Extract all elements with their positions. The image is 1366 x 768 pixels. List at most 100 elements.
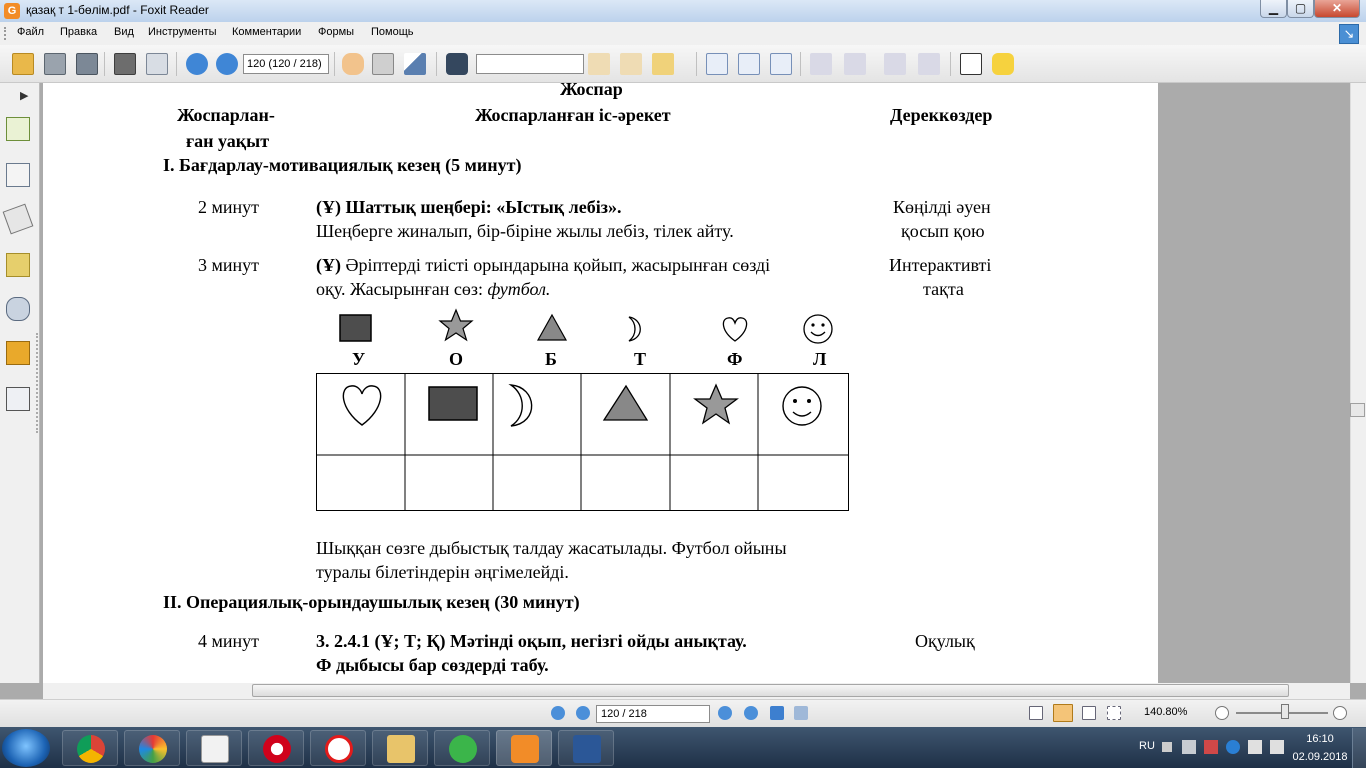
prev-page-status-icon[interactable] [576,706,590,720]
back-icon[interactable] [770,706,784,720]
continuous-facing-view-icon[interactable] [1107,706,1121,720]
menu-help[interactable]: Помощь [371,26,414,38]
tray-flag-icon[interactable] [1204,740,1218,754]
tray-sound-icon[interactable] [1270,740,1284,754]
menu-file[interactable]: Файл [17,26,44,38]
row1-text: Шеңберге жиналып, бір-біріне жылы лебіз,… [316,221,734,241]
hand-icon[interactable] [342,53,364,75]
show-desktop-button[interactable] [1352,728,1366,768]
pdf-create-icon[interactable] [810,53,832,75]
clock-date[interactable]: 02.09.2018 [1290,751,1350,763]
layers-icon[interactable] [2,203,34,235]
find-next-icon[interactable] [620,53,642,75]
zoom-100-icon[interactable] [706,53,728,75]
panel-splitter[interactable] [36,333,38,433]
fit-page-icon[interactable] [738,53,760,75]
start-button[interactable] [2,729,50,767]
note-icon[interactable] [992,53,1014,75]
pdf-convert-icon[interactable] [884,53,906,75]
find-icon[interactable] [446,53,468,75]
navigation-panel: ▶ [0,83,40,683]
taskbar-foxit[interactable] [496,730,552,766]
select-text-icon[interactable] [372,53,394,75]
pages-icon[interactable] [6,163,30,187]
taskbar-paint[interactable] [124,730,180,766]
tray-browser-icon[interactable] [1226,740,1240,754]
language-indicator[interactable]: RU [1139,740,1155,752]
find-input[interactable] [476,54,584,74]
foxit-icon[interactable]: G [4,3,20,19]
row1-title: (Ұ) Шаттық шеңбері: «Ыстық лебіз». [316,197,622,217]
next-page-status-icon[interactable] [718,706,732,720]
clock-time[interactable]: 16:10 [1297,733,1343,745]
legend-letter-1: У [352,349,366,369]
bookmarks-icon[interactable] [6,117,30,141]
print-icon[interactable] [114,53,136,75]
page-number-input[interactable] [243,54,329,74]
grid-smiley-shape [782,386,822,426]
status-page-input[interactable] [596,705,710,723]
pdf-export-icon[interactable] [844,53,866,75]
comments-icon[interactable] [6,253,30,277]
menu-comments[interactable]: Комментарии [232,26,301,38]
signature-icon[interactable] [6,387,30,411]
menu-edit[interactable]: Правка [60,26,97,38]
row2-resource-line2: тақта [923,279,964,299]
taskbar-calculator[interactable] [186,730,242,766]
save-icon[interactable] [44,53,66,75]
continuous-view-icon[interactable] [1053,704,1073,722]
maximize-button[interactable]: ▢ [1287,0,1314,18]
highlight-icon[interactable] [652,53,674,75]
pdf-edit-icon[interactable] [918,53,940,75]
attachments-icon[interactable] [6,297,30,321]
vertical-scroll-thumb[interactable] [1350,403,1365,417]
taskbar-chrome[interactable] [62,730,118,766]
row2-text-line2: оқу. Жасырынған сөз: футбол. [316,279,550,300]
tray-arrow-icon[interactable] [1162,742,1172,752]
typewriter-icon[interactable] [960,53,982,75]
horizontal-scroll-thumb[interactable] [252,684,1289,697]
save-as-icon[interactable] [76,53,98,75]
taskbar-mail-agent[interactable] [434,730,490,766]
opera-icon [263,735,291,763]
single-page-view-icon[interactable] [1029,706,1043,720]
tray-volume-icon[interactable] [1248,740,1262,754]
legend-letter-6: Л [813,349,827,369]
find-prev-icon[interactable] [588,53,610,75]
menu-view[interactable]: Вид [114,26,134,38]
prev-page-icon[interactable] [186,53,208,75]
next-page-icon[interactable] [216,53,238,75]
tray-network-icon[interactable] [1182,740,1196,754]
smiley-shape [803,314,833,344]
taskbar-word[interactable] [558,730,614,766]
open-icon[interactable] [12,53,34,75]
first-page-icon[interactable] [551,706,565,720]
menu-tools[interactable]: Инструменты [148,26,217,38]
fit-width-icon[interactable] [770,53,792,75]
last-page-icon[interactable] [744,706,758,720]
taskbar-explorer[interactable] [372,730,428,766]
vertical-scrollbar[interactable] [1350,83,1366,683]
zoom-level[interactable]: 140.80% [1144,706,1187,718]
minimize-button[interactable]: ▁ [1260,0,1287,18]
panel-toggle-icon[interactable]: ▶ [20,89,28,102]
security-icon[interactable] [6,341,30,365]
grid-border [316,373,849,511]
close-button[interactable]: ✕ [1314,0,1360,18]
zoom-slider-thumb[interactable] [1281,704,1289,719]
zoom-in-icon[interactable] [1333,706,1347,720]
row3-title-line1: 3. 2.4.1 (Ұ; Т; Қ) Мәтінді оқып, негізгі… [316,631,747,651]
grid-square-shape [428,386,478,421]
taskbar-yandex[interactable] [310,730,366,766]
help-arrow-icon[interactable]: ↘ [1339,24,1359,44]
select-arrow-icon[interactable] [404,53,426,75]
zoom-out-icon[interactable] [1215,706,1229,720]
menu-forms[interactable]: Формы [318,26,354,38]
forward-icon[interactable] [794,706,808,720]
after-text-line1: Шыққан сөзге дыбыстық талдау жасатылады.… [316,538,787,558]
toolbar-separator [104,52,105,76]
properties-icon[interactable] [146,53,168,75]
taskbar-opera[interactable] [248,730,304,766]
section-1-title: I. Бағдарлау-мотивациялық кезең (5 минут… [163,155,522,175]
facing-view-icon[interactable] [1082,706,1096,720]
